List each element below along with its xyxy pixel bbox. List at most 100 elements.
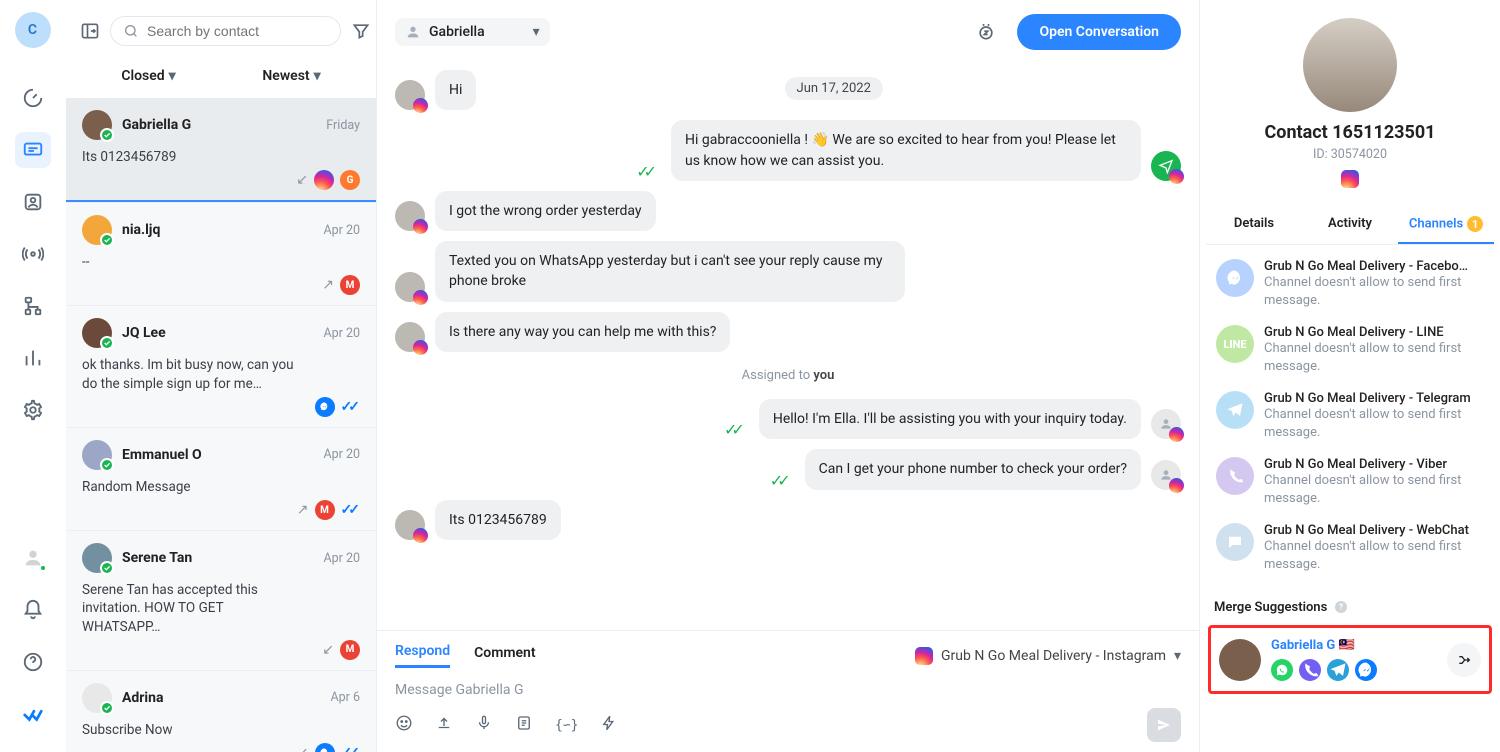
channel-title: Grub N Go Meal Delivery - Telegram: [1264, 391, 1484, 406]
chevron-down-icon: ▾: [533, 24, 540, 40]
status-dot: [100, 561, 114, 575]
instagram-icon: [1169, 478, 1184, 493]
nav-broadcast[interactable]: [15, 236, 51, 272]
nav-brand[interactable]: [15, 696, 51, 732]
tab-activity[interactable]: Activity: [1302, 206, 1398, 244]
message-avatar: [395, 510, 425, 540]
nav-presence[interactable]: [15, 540, 51, 576]
composer-input[interactable]: Message Gabriella G: [395, 676, 1181, 708]
nav-settings[interactable]: [15, 392, 51, 428]
read-receipt-icon: ✓✓: [341, 399, 356, 415]
instagram-icon: [413, 219, 428, 234]
channel-item[interactable]: Grub N Go Meal Delivery - Facebo…Channel…: [1210, 251, 1490, 317]
merge-button[interactable]: [1447, 643, 1481, 677]
conversation-snippet: Serene Tan has accepted this invitation.…: [82, 581, 302, 636]
contact-name: Adrina: [122, 690, 320, 706]
incoming-message: Its 0123456789: [395, 500, 1181, 540]
channel-title: Grub N Go Meal Delivery - Facebo…: [1264, 259, 1484, 274]
merge-avatar: [1219, 639, 1261, 681]
nav-inbox[interactable]: [15, 132, 51, 168]
message-avatar: [395, 272, 425, 302]
conversation-date: Apr 20: [323, 223, 360, 238]
status-dot: [100, 128, 114, 142]
arrow-in-icon: ↙: [297, 745, 309, 752]
incoming-message: HiJun 17, 2022: [395, 70, 1181, 110]
search-input[interactable]: [147, 23, 328, 39]
filter-button[interactable]: [351, 14, 371, 48]
nav-notifications[interactable]: [15, 592, 51, 628]
message-bubble: Texted you on WhatsApp yesterday but i c…: [435, 241, 905, 302]
sender-avatar: [1151, 460, 1181, 490]
gmail-icon: M: [340, 275, 360, 295]
send-button[interactable]: [1147, 708, 1181, 742]
conversation-list[interactable]: Gabriella GFridayIts 0123456789↙Gnia.ljq…: [66, 98, 376, 752]
nav-rail: C: [0, 0, 66, 752]
composer-channel-label: Grub N Go Meal Delivery - Instagram: [941, 648, 1166, 664]
conversation-item[interactable]: AdrinaApr 6Subscribe Now↙✓✓: [66, 670, 376, 752]
merge-suggestion-card[interactable]: Gabriella G 🇲🇾: [1208, 625, 1492, 694]
action-button[interactable]: [600, 714, 618, 736]
nav-help[interactable]: [15, 644, 51, 680]
snooze-button[interactable]: [969, 15, 1003, 49]
merge-contact-name: Gabriella G: [1271, 638, 1335, 653]
read-receipt-icon: ✓✓: [724, 420, 739, 439]
channel-item[interactable]: Grub N Go Meal Delivery - ViberChannel d…: [1210, 449, 1490, 515]
nav-contacts[interactable]: [15, 184, 51, 220]
help-icon[interactable]: ?: [1333, 599, 1349, 615]
search-box[interactable]: [110, 16, 341, 46]
instagram-icon: [413, 290, 428, 305]
status-filter[interactable]: Closed▾: [121, 68, 175, 84]
merge-suggestions-header: Merge Suggestions ?: [1206, 591, 1494, 621]
composer-channel-selector[interactable]: Grub N Go Meal Delivery - Instagram ▾: [915, 647, 1181, 665]
sender-avatar: [1151, 409, 1181, 439]
status-dot: [100, 701, 114, 715]
messenger-icon: [315, 743, 335, 752]
nav-reports[interactable]: [15, 340, 51, 376]
instagram-icon: [314, 170, 334, 190]
message-bubble: Can I get your phone number to check you…: [805, 449, 1141, 489]
outgoing-message: ✓✓ Can I get your phone number to check y…: [395, 449, 1181, 489]
conversation-item[interactable]: Emmanuel OApr 20Random Message↗M✓✓: [66, 427, 376, 530]
contact-avatar: [82, 440, 112, 470]
nav-workflows[interactable]: [15, 288, 51, 324]
collapse-sidebar-button[interactable]: [80, 14, 100, 48]
nav-dashboard[interactable]: [15, 80, 51, 116]
outgoing-message: ✓✓Hi gabraccooniella ! 👋 We are so excit…: [395, 120, 1181, 181]
contact-avatar: [82, 110, 112, 140]
open-conversation-button[interactable]: Open Conversation: [1017, 14, 1181, 50]
conversation-date: Friday: [326, 118, 360, 133]
message-bubble: Hello! I'm Ella. I'll be assisting you w…: [759, 399, 1141, 439]
attach-button[interactable]: [435, 714, 453, 736]
message-avatar: [395, 322, 425, 352]
voice-button[interactable]: [475, 714, 493, 736]
gmail-icon: M: [315, 500, 335, 520]
contact-name: Gabriella G: [122, 117, 316, 133]
instagram-icon: [1341, 170, 1359, 188]
contact-avatar[interactable]: [1303, 18, 1397, 112]
conversation-item[interactable]: nia.ljqApr 20--↗M: [66, 202, 376, 305]
channel-item[interactable]: Grub N Go Meal Delivery - TelegramChanne…: [1210, 383, 1490, 449]
conversation-item[interactable]: Serene TanApr 20Serene Tan has accepted …: [66, 530, 376, 670]
tab-comment[interactable]: Comment: [474, 645, 535, 667]
tab-respond[interactable]: Respond: [395, 643, 450, 668]
tab-channels[interactable]: Channels1: [1398, 206, 1494, 244]
chat-body[interactable]: HiJun 17, 2022 ✓✓Hi gabraccooniella ! 👋 W…: [377, 64, 1199, 630]
tab-details[interactable]: Details: [1206, 206, 1302, 244]
conversation-snippet: --: [82, 253, 302, 271]
channel-item[interactable]: LINEGrub N Go Meal Delivery - LINEChanne…: [1210, 317, 1490, 383]
sort-filter[interactable]: Newest▾: [262, 68, 320, 84]
emoji-button[interactable]: [395, 714, 413, 736]
assignee-selector[interactable]: Gabriella ▾: [395, 18, 550, 46]
workspace-avatar[interactable]: C: [15, 12, 51, 48]
variable-button[interactable]: {∽}: [555, 718, 578, 733]
conversation-item[interactable]: JQ LeeApr 20ok thanks. Im bit busy now, …: [66, 305, 376, 426]
message-bubble: I got the wrong order yesterday: [435, 191, 656, 231]
conversation-item[interactable]: Gabriella GFridayIts 0123456789↙G: [66, 98, 376, 202]
svg-text:?: ?: [1339, 603, 1343, 612]
contact-avatar: [82, 683, 112, 713]
channel-item[interactable]: Grub N Go Meal Delivery - WebChatChannel…: [1210, 515, 1490, 581]
telegram-icon: [1216, 391, 1254, 429]
snippet-button[interactable]: [515, 714, 533, 736]
telegram-icon: [1327, 659, 1349, 681]
read-receipt-icon: ✓✓: [770, 471, 785, 490]
